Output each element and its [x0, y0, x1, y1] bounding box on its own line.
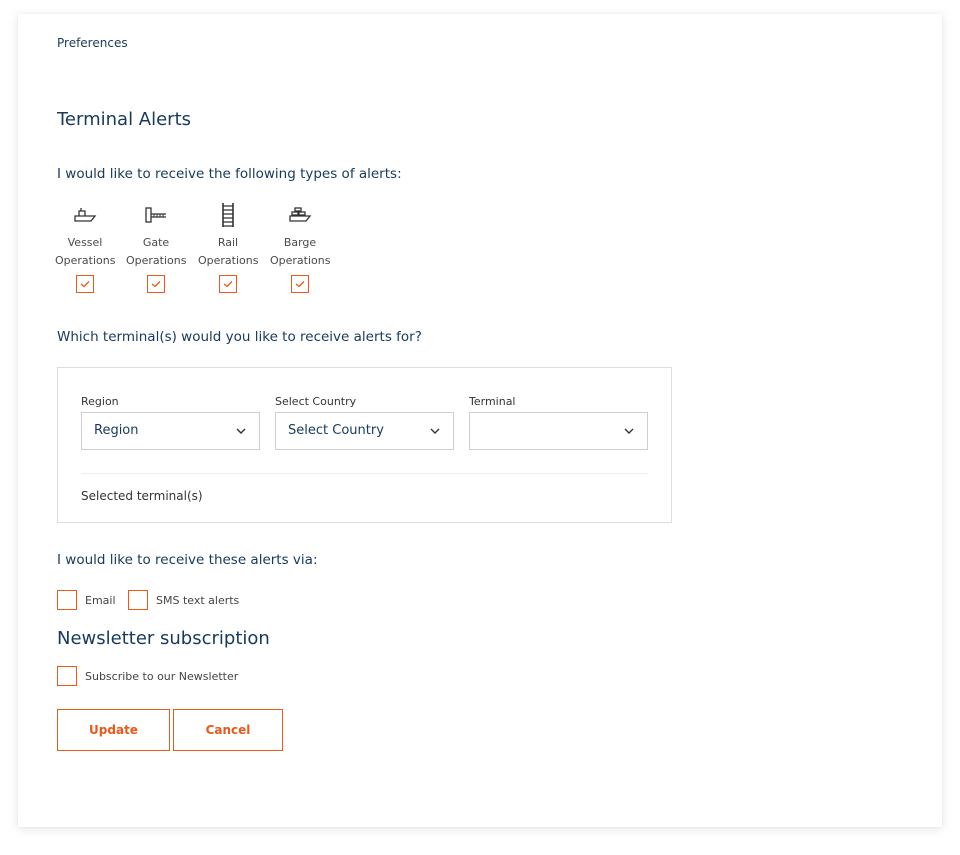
alert-type-label: Operations [55, 254, 116, 267]
vessel-icon [55, 202, 115, 228]
alert-type-label: Operations [198, 254, 259, 267]
chevron-down-icon [236, 428, 246, 434]
gate-operations-checkbox[interactable] [147, 275, 165, 293]
update-button[interactable]: Update [57, 709, 170, 751]
country-select-value: Select Country [288, 423, 384, 438]
preferences-card: Preferences Terminal Alerts I would like… [18, 14, 942, 827]
newsletter-label: Subscribe to our Newsletter [85, 669, 239, 683]
chevron-down-icon [430, 428, 440, 434]
breadcrumb: Preferences [57, 36, 128, 50]
gate-icon [126, 202, 186, 228]
alert-type-label: Operations [270, 254, 331, 267]
alert-type-vessel: Vessel Operations [55, 202, 115, 293]
checkmark-icon [151, 281, 161, 288]
terminal-label: Terminal [469, 395, 516, 408]
country-label: Select Country [275, 395, 357, 408]
email-option[interactable]: Email [57, 590, 116, 610]
checkmark-icon [223, 281, 233, 288]
alert-channels-question: I would like to receive these alerts via… [57, 552, 318, 568]
selected-terminals-label: Selected terminal(s) [81, 489, 203, 503]
region-label: Region [81, 395, 119, 408]
newsletter-checkbox[interactable] [57, 666, 77, 686]
terminal-alerts-title: Terminal Alerts [57, 109, 192, 130]
newsletter-title: Newsletter subscription [57, 628, 270, 649]
region-select-value: Region [94, 423, 139, 438]
terminals-question: Which terminal(s) would you like to rece… [57, 329, 422, 345]
alert-type-label: Gate [142, 236, 170, 249]
sms-option[interactable]: SMS text alerts [128, 590, 239, 610]
barge-operations-checkbox[interactable] [291, 275, 309, 293]
vessel-operations-checkbox[interactable] [76, 275, 94, 293]
sms-checkbox[interactable] [128, 590, 148, 610]
checkmark-icon [80, 281, 90, 288]
rail-icon [198, 202, 258, 228]
cancel-button[interactable]: Cancel [173, 709, 283, 751]
rail-operations-checkbox[interactable] [219, 275, 237, 293]
chevron-down-icon [624, 428, 634, 434]
alert-type-label: Vessel [67, 236, 103, 249]
divider [81, 473, 648, 474]
barge-icon [270, 202, 330, 228]
terminal-select[interactable] [469, 412, 648, 450]
alert-type-barge: Barge Operations [270, 202, 330, 293]
sms-label: SMS text alerts [156, 593, 240, 607]
checkmark-icon [295, 281, 305, 288]
alert-type-label: Rail [217, 236, 239, 249]
country-select[interactable]: Select Country [275, 412, 454, 450]
alert-type-gate: Gate Operations [126, 202, 186, 293]
alert-types-question: I would like to receive the following ty… [57, 166, 402, 182]
terminal-selection-panel: Region Region Select Country Select Coun… [57, 367, 672, 523]
region-select[interactable]: Region [81, 412, 260, 450]
alert-type-label: Operations [126, 254, 187, 267]
newsletter-option[interactable]: Subscribe to our Newsletter [57, 666, 238, 686]
email-checkbox[interactable] [57, 590, 77, 610]
email-label: Email [85, 593, 116, 607]
alert-type-label: Barge [283, 236, 317, 249]
alert-type-rail: Rail Operations [198, 202, 258, 293]
